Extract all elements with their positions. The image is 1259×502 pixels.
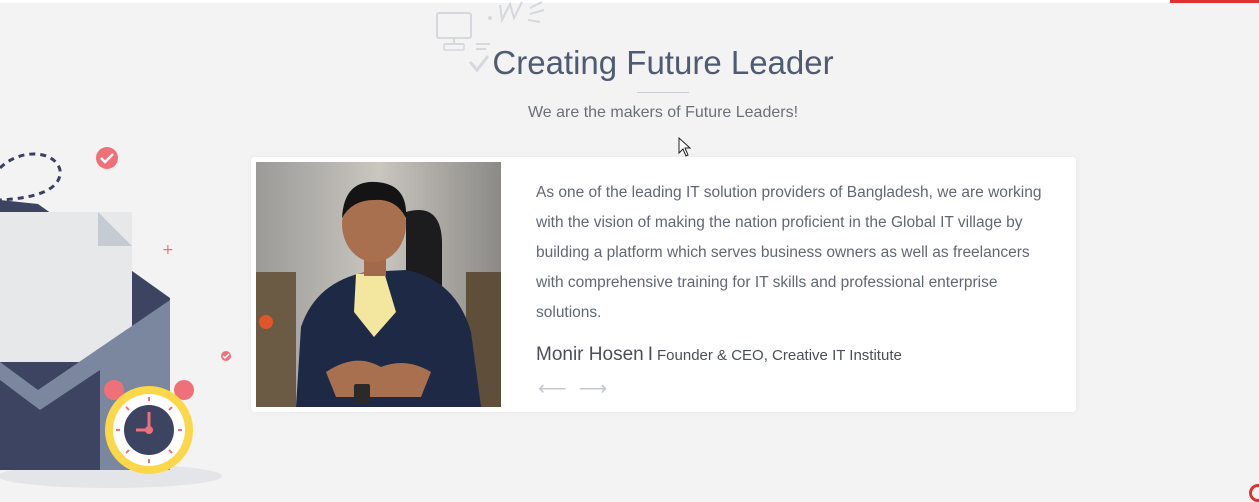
top-bar: [0, 0, 1259, 3]
arrow-right-icon[interactable]: ⟶: [579, 379, 608, 399]
mouse-cursor-icon: [678, 137, 692, 157]
author-role: Founder & CEO, Creative IT Institute: [657, 347, 902, 364]
title-divider: [637, 92, 689, 93]
author-name: Monir Hosen: [536, 344, 644, 365]
testimonial-card: As one of the leading IT solution provid…: [251, 157, 1076, 412]
section-subtitle: We are the makers of Future Leaders!: [527, 104, 799, 121]
testimonial-quote: As one of the leading IT solution provid…: [536, 184, 1042, 321]
section-title: Creating Future Leader: [492, 44, 834, 81]
testimonial-author: Monir Hosen I Founder & CEO, Creative IT I…: [536, 344, 902, 366]
svg-text:+: +: [162, 242, 174, 258]
carousel-controls: ⟵ ⟶: [538, 379, 607, 399]
top-bar-accent: [1170, 0, 1259, 3]
corner-accent: [1249, 484, 1259, 502]
envelope-clock-illustration: +: [0, 147, 231, 488]
arrow-left-icon[interactable]: ⟵: [538, 379, 567, 399]
author-photo: [256, 162, 501, 407]
author-separator: I: [647, 344, 653, 365]
